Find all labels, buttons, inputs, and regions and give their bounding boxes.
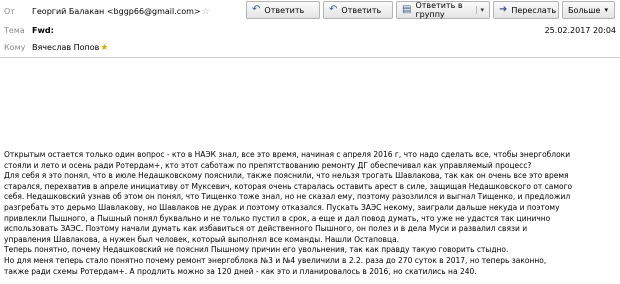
star-outline-icon[interactable]: ☆ <box>202 7 210 17</box>
body-line: Теперь понятно, почему Недашковский не п… <box>4 245 509 255</box>
message-toolbar: ↶ Ответить ↶ Ответить ▤ Ответить в групп… <box>246 0 615 20</box>
subject-label: Тема <box>4 26 25 35</box>
message-date: 25.02.2017 20:04 <box>544 26 616 35</box>
body-line: Для себя я это понял, что в июле Недашко… <box>4 171 569 181</box>
subject-value: Fwd: <box>32 26 54 35</box>
message-header: От Георгий Балакан <bggp66@gmail.com>☆ ↶… <box>0 0 620 58</box>
body-line: Но для меня теперь стало понятно почему … <box>4 255 547 265</box>
to-address[interactable]: Вячеслав Попов <box>32 43 99 52</box>
body-line: разгребать это дерьмо Шавлакову, но Шавл… <box>4 202 560 212</box>
reply-arrow-icon: ↶ <box>252 4 261 15</box>
from-label: От <box>4 7 15 16</box>
chevron-down-icon[interactable]: ▾ <box>476 6 484 14</box>
body-line: использовать ЗАЭС. Поэтому начали думать… <box>4 224 528 234</box>
reply-group-button[interactable]: ▤ Ответить в группу ▾ <box>396 1 490 19</box>
reply-all-button[interactable]: ↶ Ответить <box>323 1 393 19</box>
forward-arrow-icon: ➜ <box>499 4 508 15</box>
star-filled-icon[interactable]: ★ <box>100 43 108 53</box>
body-line: также ради схемы Ротердам+. А продлить м… <box>4 266 477 276</box>
more-button[interactable]: Больше ▾ <box>562 1 615 19</box>
to-row: Кому Вячеслав Попов★ <box>0 37 620 56</box>
body-line: себя. Недашковский узнав об этом он поня… <box>4 192 571 202</box>
subject-row: Тема Fwd: 25.02.2017 20:04 <box>0 22 620 37</box>
body-line: привлекли Пышного, а Пышный понял буквал… <box>4 213 551 223</box>
chevron-down-icon: ▾ <box>604 6 608 14</box>
body-line: Открытым остается только один вопрос - к… <box>4 150 571 159</box>
more-button-label: Больше <box>568 5 601 15</box>
from-row: От Георгий Балакан <bggp66@gmail.com>☆ ↶… <box>0 0 620 22</box>
reply-group-button-label: Ответить в группу <box>415 1 463 19</box>
reply-all-icon: ↶ <box>329 4 338 15</box>
forward-button[interactable]: ➜ Переслать <box>493 1 559 19</box>
reply-button[interactable]: ↶ Ответить <box>246 1 320 19</box>
reply-all-button-label: Ответить <box>341 5 382 15</box>
body-line: стояли и лето и осень ради Ротердам+, кт… <box>4 160 532 170</box>
header-divider <box>0 57 620 58</box>
body-line: управления Шавлакова, а нужен был челове… <box>4 234 400 244</box>
message-body: Открытым остается только один вопрос - к… <box>4 150 616 277</box>
to-label: Кому <box>4 43 26 52</box>
from-address[interactable]: Георгий Балакан <bggp66@gmail.com> <box>32 7 201 16</box>
from-value[interactable]: Георгий Балакан <bggp66@gmail.com>☆ <box>32 7 210 17</box>
reply-group-icon: ▤ <box>402 4 412 15</box>
reply-button-label: Ответить <box>264 5 305 15</box>
body-line: старался, перехватив в апреле инициативу… <box>4 181 573 191</box>
to-value[interactable]: Вячеслав Попов★ <box>32 43 108 53</box>
forward-button-label: Переслать <box>511 5 557 15</box>
